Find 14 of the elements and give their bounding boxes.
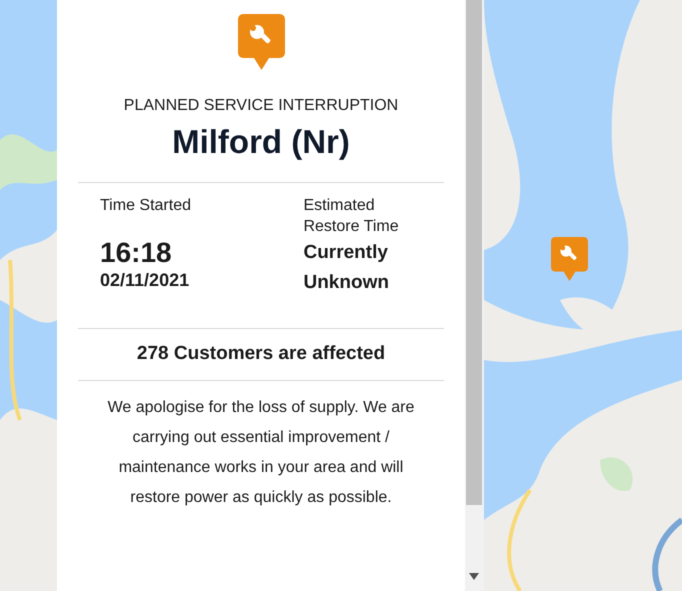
scrollbar[interactable] [465,0,484,591]
message-text: We apologise for the loss of supply. We are carrying out essential improvement / maintenance works in your area and will restore power as quickly as possible. [106,398,416,508]
location-title: Milford (Nr) [171,122,351,162]
time-started-label: Time Started [100,196,192,216]
wrench-marker-icon[interactable] [551,236,588,282]
scroll-down-arrow[interactable] [469,573,479,580]
affected-customers: 278 Customers are affected [78,328,444,382]
scrollbar-thumb[interactable] [466,0,482,505]
start-date: 02/11/2021 [100,268,190,291]
wrench-marker-icon [238,14,284,70]
start-time: 16:18 [100,236,173,269]
restore-time-value: Currently Unknown [303,240,390,295]
category-heading: PLANNED SERVICE INTERRUPTION [122,96,400,116]
restore-time-label: Estimated Restore Time [303,196,400,237]
